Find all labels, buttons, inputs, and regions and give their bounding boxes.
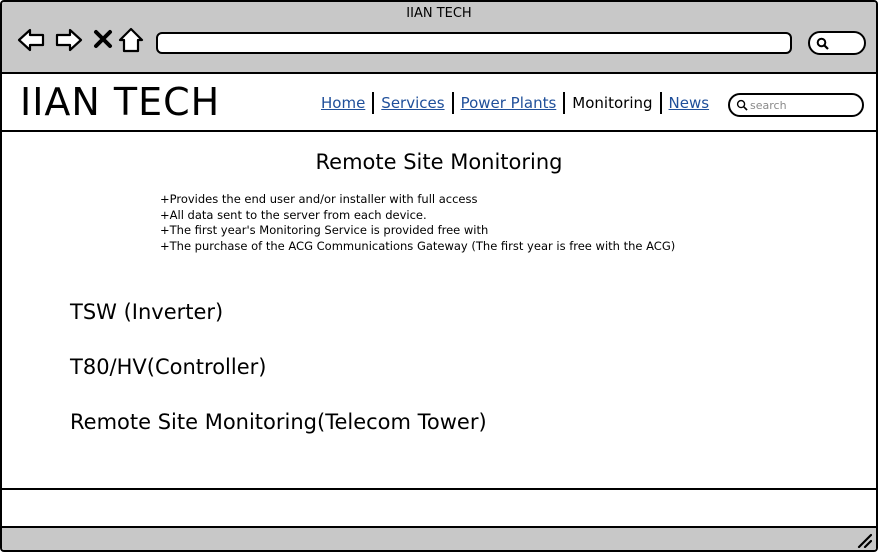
page-title: Remote Site Monitoring (315, 150, 563, 174)
section-t80-hv-controller[interactable]: T80/HV(Controller) (70, 355, 266, 379)
list-item: +The first year's Monitoring Service is … (160, 223, 489, 237)
search-icon (816, 37, 829, 50)
browser-chrome: IIAN TECH (2, 2, 876, 74)
site-search-input[interactable] (750, 97, 858, 113)
feature-list: +Provides the end user and/or installer … (160, 192, 675, 254)
browser-window: IIAN TECH IIAN TECH Home Services Power … (0, 0, 878, 552)
site-logo[interactable]: IIAN TECH (20, 80, 220, 124)
site-search-box (728, 93, 864, 117)
forward-arrow-icon[interactable] (54, 25, 84, 55)
resize-grip-icon[interactable] (856, 532, 873, 549)
back-arrow-icon[interactable] (16, 25, 46, 55)
list-item: +Provides the end user and/or installer … (160, 192, 478, 206)
nav-services-link[interactable]: Services (374, 93, 451, 113)
section-telecom-tower[interactable]: Remote Site Monitoring(Telecom Tower) (70, 410, 487, 434)
main-nav: Home Services Power Plants Monitoring Ne… (314, 92, 716, 114)
nav-power-plants-link[interactable]: Power Plants (454, 93, 564, 113)
list-item: +All data sent to the server from each d… (160, 207, 427, 222)
list-item: +The purchase of the ACG Communications … (160, 238, 676, 253)
site-header: IIAN TECH Home Services Power Plants Mon… (2, 74, 876, 132)
home-icon[interactable] (116, 25, 146, 55)
url-bar[interactable] (156, 32, 792, 54)
window-title: IIAN TECH (406, 6, 472, 21)
nav-home-link[interactable]: Home (314, 93, 372, 113)
status-bar (2, 526, 876, 550)
page-footer (2, 488, 876, 526)
section-tsw-inverter[interactable]: TSW (Inverter) (70, 300, 223, 324)
close-icon[interactable] (88, 25, 118, 55)
nav-news-link[interactable]: News (662, 93, 717, 113)
search-icon (736, 99, 748, 111)
nav-monitoring-current: Monitoring (572, 94, 653, 112)
browser-search-box[interactable] (808, 31, 866, 55)
